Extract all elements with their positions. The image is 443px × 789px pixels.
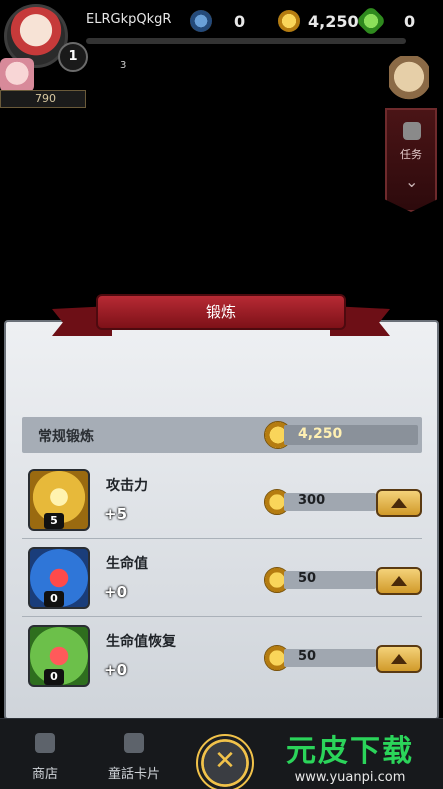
- arrow-up-icon: [391, 654, 407, 664]
- lock-icon: [35, 733, 55, 753]
- player-level-badge: 1: [58, 42, 88, 72]
- regen-cost: 50: [298, 649, 317, 664]
- nav-shop[interactable]: 商店: [10, 719, 80, 789]
- nav-shop-label: 商店: [31, 767, 58, 782]
- regen-upgrade-button[interactable]: [376, 645, 422, 673]
- gold-count: 4,250: [308, 11, 359, 31]
- top-hud: 1 ELRGkpQkgR 3 0 4,250 0 790: [0, 0, 443, 120]
- watermark: 元皮下载 www.yuanpi.com: [262, 726, 438, 786]
- chevron-down-icon[interactable]: ⌄: [405, 172, 418, 191]
- player-username: ELRGkpQkgR: [86, 12, 172, 27]
- section-title: 常规锻炼: [38, 429, 94, 445]
- regular-forge-header: 常规锻炼 4,250: [22, 417, 422, 453]
- pet-level: 3: [120, 60, 127, 71]
- gem-icon: [355, 5, 387, 37]
- gold-resource: 4,250: [278, 8, 359, 34]
- hp-name: 生命值: [106, 556, 148, 572]
- regen-level: 0: [44, 669, 64, 685]
- regen-name: 生命值恢复: [106, 634, 176, 650]
- hp-bonus: +0: [104, 583, 128, 601]
- gear-resource: 0: [190, 8, 245, 34]
- lock-icon: [124, 733, 144, 753]
- quest-banner[interactable]: 任务 ⌄: [385, 108, 437, 212]
- hp-upgrade-button[interactable]: [376, 567, 422, 595]
- hp-cost: 50: [298, 571, 317, 586]
- arrow-up-icon: [391, 576, 407, 586]
- close-button[interactable]: ✕: [196, 734, 254, 789]
- attack-bonus: +5: [104, 505, 128, 523]
- gem-resource: 0: [355, 5, 416, 37]
- dialog-title-ribbon: 锻炼: [52, 294, 390, 338]
- arrow-up-icon: [391, 498, 407, 508]
- gold-coin-icon: [278, 10, 300, 32]
- watermark-url: www.yuanpi.com: [294, 770, 406, 785]
- hp-level: 0: [44, 591, 64, 607]
- gear-count: 0: [234, 11, 246, 31]
- attack-upgrade-button[interactable]: [376, 489, 422, 517]
- power-value: 790: [0, 90, 86, 108]
- nav-cards-label: 童話卡片: [107, 767, 160, 782]
- regen-bonus: +0: [104, 661, 128, 679]
- pet-icon: [110, 32, 140, 56]
- forge-row-attack: 5 攻击力 +5 300: [22, 465, 422, 539]
- dialog-title: 锻炼: [205, 303, 236, 321]
- attack-level: 5: [44, 513, 64, 529]
- attack-name: 攻击力: [106, 478, 148, 494]
- lock-icon: [403, 122, 421, 140]
- watermark-logo: 元皮下载: [286, 734, 414, 769]
- gem-count: 0: [404, 11, 416, 31]
- close-icon: ✕: [214, 746, 236, 776]
- nav-cards[interactable]: 童話卡片: [92, 719, 176, 789]
- forge-dialog: 常规锻炼 4,250 5 攻击力 +5 300 0 生命值 +0 50 0 生命…: [4, 320, 439, 720]
- gold-balance: 4,250: [298, 426, 343, 442]
- forge-row-regen: 0 生命值恢复 +0 50: [22, 621, 422, 695]
- attack-cost: 300: [298, 493, 326, 508]
- forge-row-hp: 0 生命值 +0 50: [22, 543, 422, 617]
- gear-icon: [190, 10, 212, 32]
- quest-label: 任务: [400, 148, 422, 161]
- companion-avatar[interactable]: [0, 58, 34, 92]
- cat-mascot-icon[interactable]: [389, 56, 429, 108]
